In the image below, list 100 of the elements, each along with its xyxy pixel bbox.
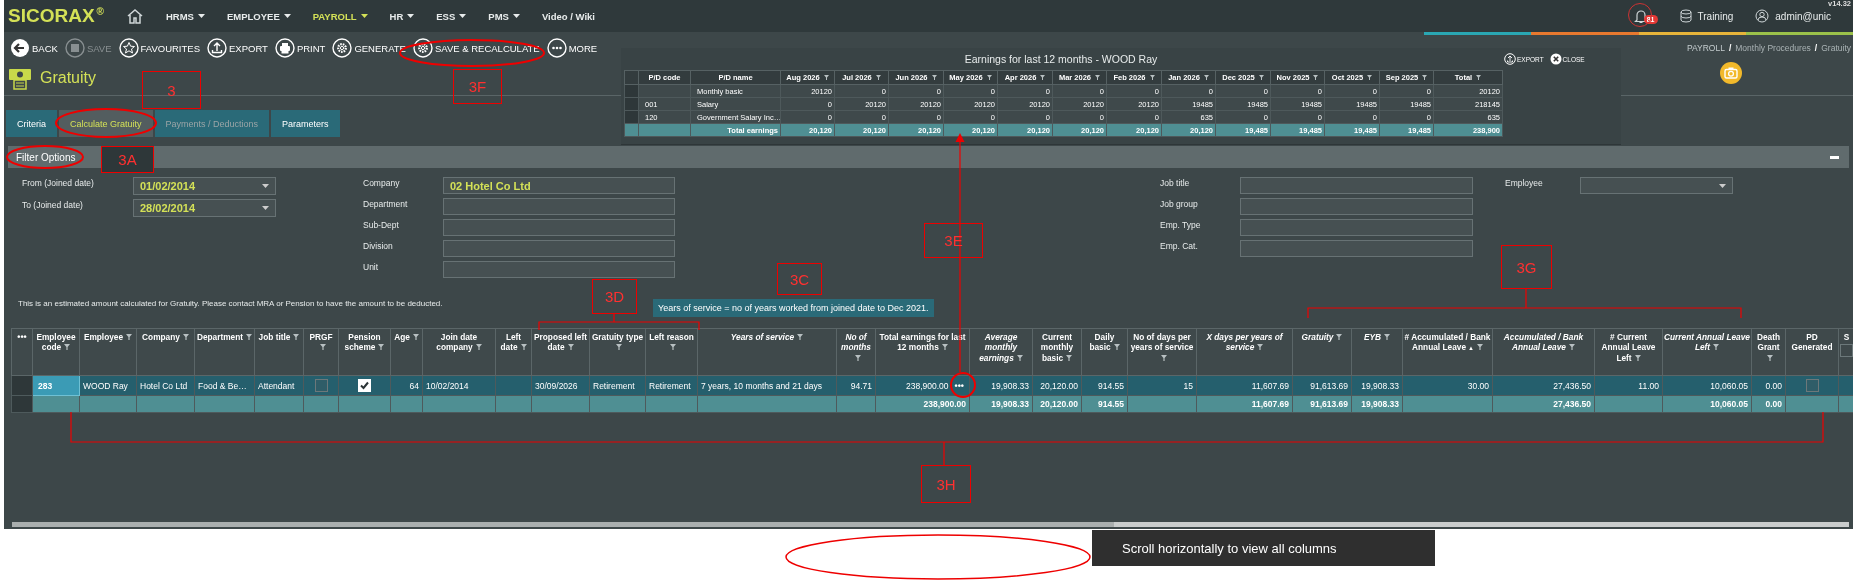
filter-icon[interactable] bbox=[246, 334, 253, 340]
column-header[interactable]: Department bbox=[194, 328, 255, 376]
filter-icon[interactable] bbox=[1257, 344, 1264, 351]
input-field[interactable] bbox=[1240, 219, 1473, 236]
toolbar-button[interactable]: SAVE & RECALCULATE bbox=[410, 38, 542, 58]
dropdown-field[interactable] bbox=[1580, 177, 1733, 194]
filter-icon[interactable] bbox=[854, 354, 861, 361]
column-header[interactable]: Daily basic bbox=[1081, 328, 1128, 376]
nav-menu-item[interactable]: HR bbox=[381, 10, 429, 22]
breadcrumb-link[interactable]: Gratuity bbox=[1821, 43, 1851, 53]
checkbox[interactable] bbox=[1840, 344, 1853, 358]
input-field[interactable] bbox=[443, 240, 675, 257]
column-header[interactable]: Gratuity type bbox=[589, 328, 646, 376]
filter-icon[interactable] bbox=[1476, 344, 1483, 351]
toolbar-button[interactable]: FAVOURITES bbox=[116, 38, 202, 58]
filter-icon[interactable] bbox=[1016, 354, 1023, 361]
filter-icon[interactable] bbox=[1767, 354, 1773, 361]
filter-icon[interactable] bbox=[1149, 75, 1155, 80]
filter-icon[interactable] bbox=[1422, 75, 1428, 80]
home-icon[interactable] bbox=[125, 8, 144, 24]
collapse-icon[interactable] bbox=[1830, 155, 1839, 159]
column-header[interactable]: Job title bbox=[254, 328, 304, 376]
user-name[interactable]: admin@unic bbox=[1775, 10, 1831, 22]
database-name[interactable]: Training bbox=[1697, 10, 1734, 22]
totals-row[interactable]: 238,900.00 19,908.33 20,120.00 914.55 11,607.69 91,613.69 19,908.33 27,436.50 10,060.05 0.00 bbox=[11, 395, 1853, 413]
nav-menu-item[interactable]: PMS bbox=[480, 10, 534, 22]
column-header[interactable]: Pension scheme bbox=[338, 328, 391, 376]
camera-icon[interactable] bbox=[1720, 62, 1742, 84]
filter-icon[interactable] bbox=[670, 344, 676, 351]
filter-icon[interactable] bbox=[941, 344, 948, 351]
input-field[interactable] bbox=[443, 219, 675, 236]
column-header[interactable]: No of months bbox=[836, 328, 876, 376]
nav-menu-item[interactable]: EMPLOYEE bbox=[218, 10, 305, 22]
nav-menu-item[interactable]: HRMS bbox=[157, 10, 219, 22]
column-header[interactable]: Employee code bbox=[32, 328, 80, 376]
input-field[interactable] bbox=[1240, 177, 1473, 194]
filter-icon[interactable] bbox=[64, 344, 71, 351]
column-header[interactable]: Total earnings for last 12 months bbox=[875, 328, 970, 376]
column-header[interactable]: # Current Annual Leave Left bbox=[1594, 328, 1663, 376]
filter-icon[interactable] bbox=[412, 334, 419, 340]
filter-icon[interactable] bbox=[797, 334, 804, 340]
column-header[interactable]: Proposed left date bbox=[531, 328, 590, 376]
details-button[interactable]: ••• bbox=[948, 380, 966, 391]
filter-icon[interactable] bbox=[931, 75, 937, 80]
column-header[interactable]: Average monthly earnings bbox=[969, 328, 1033, 376]
filter-icon[interactable] bbox=[875, 75, 881, 80]
filter-icon[interactable] bbox=[1040, 75, 1046, 80]
table-row[interactable] bbox=[11, 375, 1853, 396]
checkbox[interactable] bbox=[1805, 379, 1819, 392]
toolbar-button[interactable]: PRINT bbox=[272, 38, 328, 58]
filter-icon[interactable] bbox=[1160, 354, 1167, 361]
column-header[interactable]: Join date company bbox=[422, 328, 496, 376]
bell-icon[interactable] bbox=[1633, 8, 1648, 24]
filter-icon[interactable] bbox=[616, 344, 622, 351]
filter-icon[interactable] bbox=[1095, 75, 1101, 80]
toolbar-button[interactable]: MORE bbox=[544, 38, 600, 58]
dropdown-field[interactable]: 01/02/2014 bbox=[133, 177, 276, 195]
toolbar-button[interactable]: BACK bbox=[8, 38, 60, 58]
column-header[interactable]: Gratuity bbox=[1292, 328, 1352, 376]
column-header[interactable]: Years of service bbox=[697, 328, 837, 376]
filter-icon[interactable] bbox=[1384, 334, 1391, 340]
filter-icon[interactable] bbox=[319, 344, 326, 351]
column-header[interactable]: Accumulated / Bank Annual Leave bbox=[1492, 328, 1595, 376]
input-field[interactable] bbox=[443, 198, 675, 215]
filter-icon[interactable] bbox=[823, 75, 829, 80]
filter-icon[interactable] bbox=[1634, 354, 1641, 361]
nav-menu-item[interactable]: Video / Wiki bbox=[533, 10, 609, 22]
logo[interactable]: SICORAX$^{®}$ bbox=[8, 5, 104, 27]
filter-icon[interactable] bbox=[1113, 344, 1120, 351]
filter-icon[interactable] bbox=[378, 344, 385, 351]
filter-icon[interactable] bbox=[520, 344, 527, 351]
filter-icon[interactable] bbox=[1313, 75, 1319, 80]
filter-icon[interactable] bbox=[1367, 75, 1373, 80]
dropdown-field[interactable]: 28/02/2014 bbox=[133, 199, 276, 217]
filter-icon[interactable] bbox=[1713, 344, 1720, 351]
filter-icon[interactable] bbox=[1258, 75, 1264, 80]
filter-icon[interactable] bbox=[567, 344, 574, 351]
toolbar-button[interactable]: GENERATE bbox=[330, 38, 408, 58]
breadcrumb-link[interactable]: Monthly Procedures bbox=[1735, 43, 1811, 53]
nav-menu-item[interactable]: PAYROLL bbox=[304, 10, 382, 22]
nav-menu-item[interactable]: ESS bbox=[428, 10, 481, 22]
input-field[interactable] bbox=[1240, 240, 1473, 257]
filter-icon[interactable] bbox=[1203, 75, 1209, 80]
filter-icon[interactable] bbox=[182, 334, 189, 340]
tab[interactable]: Criteria bbox=[6, 110, 57, 137]
filter-icon[interactable] bbox=[986, 75, 992, 80]
breadcrumb-link[interactable]: PAYROLL bbox=[1686, 43, 1725, 53]
filter-icon[interactable] bbox=[1336, 334, 1343, 340]
column-header[interactable]: No of days per years of service bbox=[1127, 328, 1197, 376]
horizontal-scrollbar[interactable] bbox=[12, 522, 1849, 527]
column-header[interactable]: Current Annual Leave Left bbox=[1662, 328, 1752, 376]
column-header[interactable]: Left reason bbox=[645, 328, 698, 376]
column-header[interactable]: Current monthly basic bbox=[1032, 328, 1082, 376]
filter-icon[interactable] bbox=[1476, 75, 1482, 80]
column-header[interactable]: Employee bbox=[79, 328, 137, 376]
column-header[interactable]: Left date bbox=[495, 328, 532, 376]
input-field[interactable] bbox=[1240, 198, 1473, 215]
filter-icon[interactable] bbox=[1568, 344, 1575, 351]
filter-icon[interactable] bbox=[475, 344, 482, 351]
filter-icon[interactable] bbox=[126, 334, 133, 340]
